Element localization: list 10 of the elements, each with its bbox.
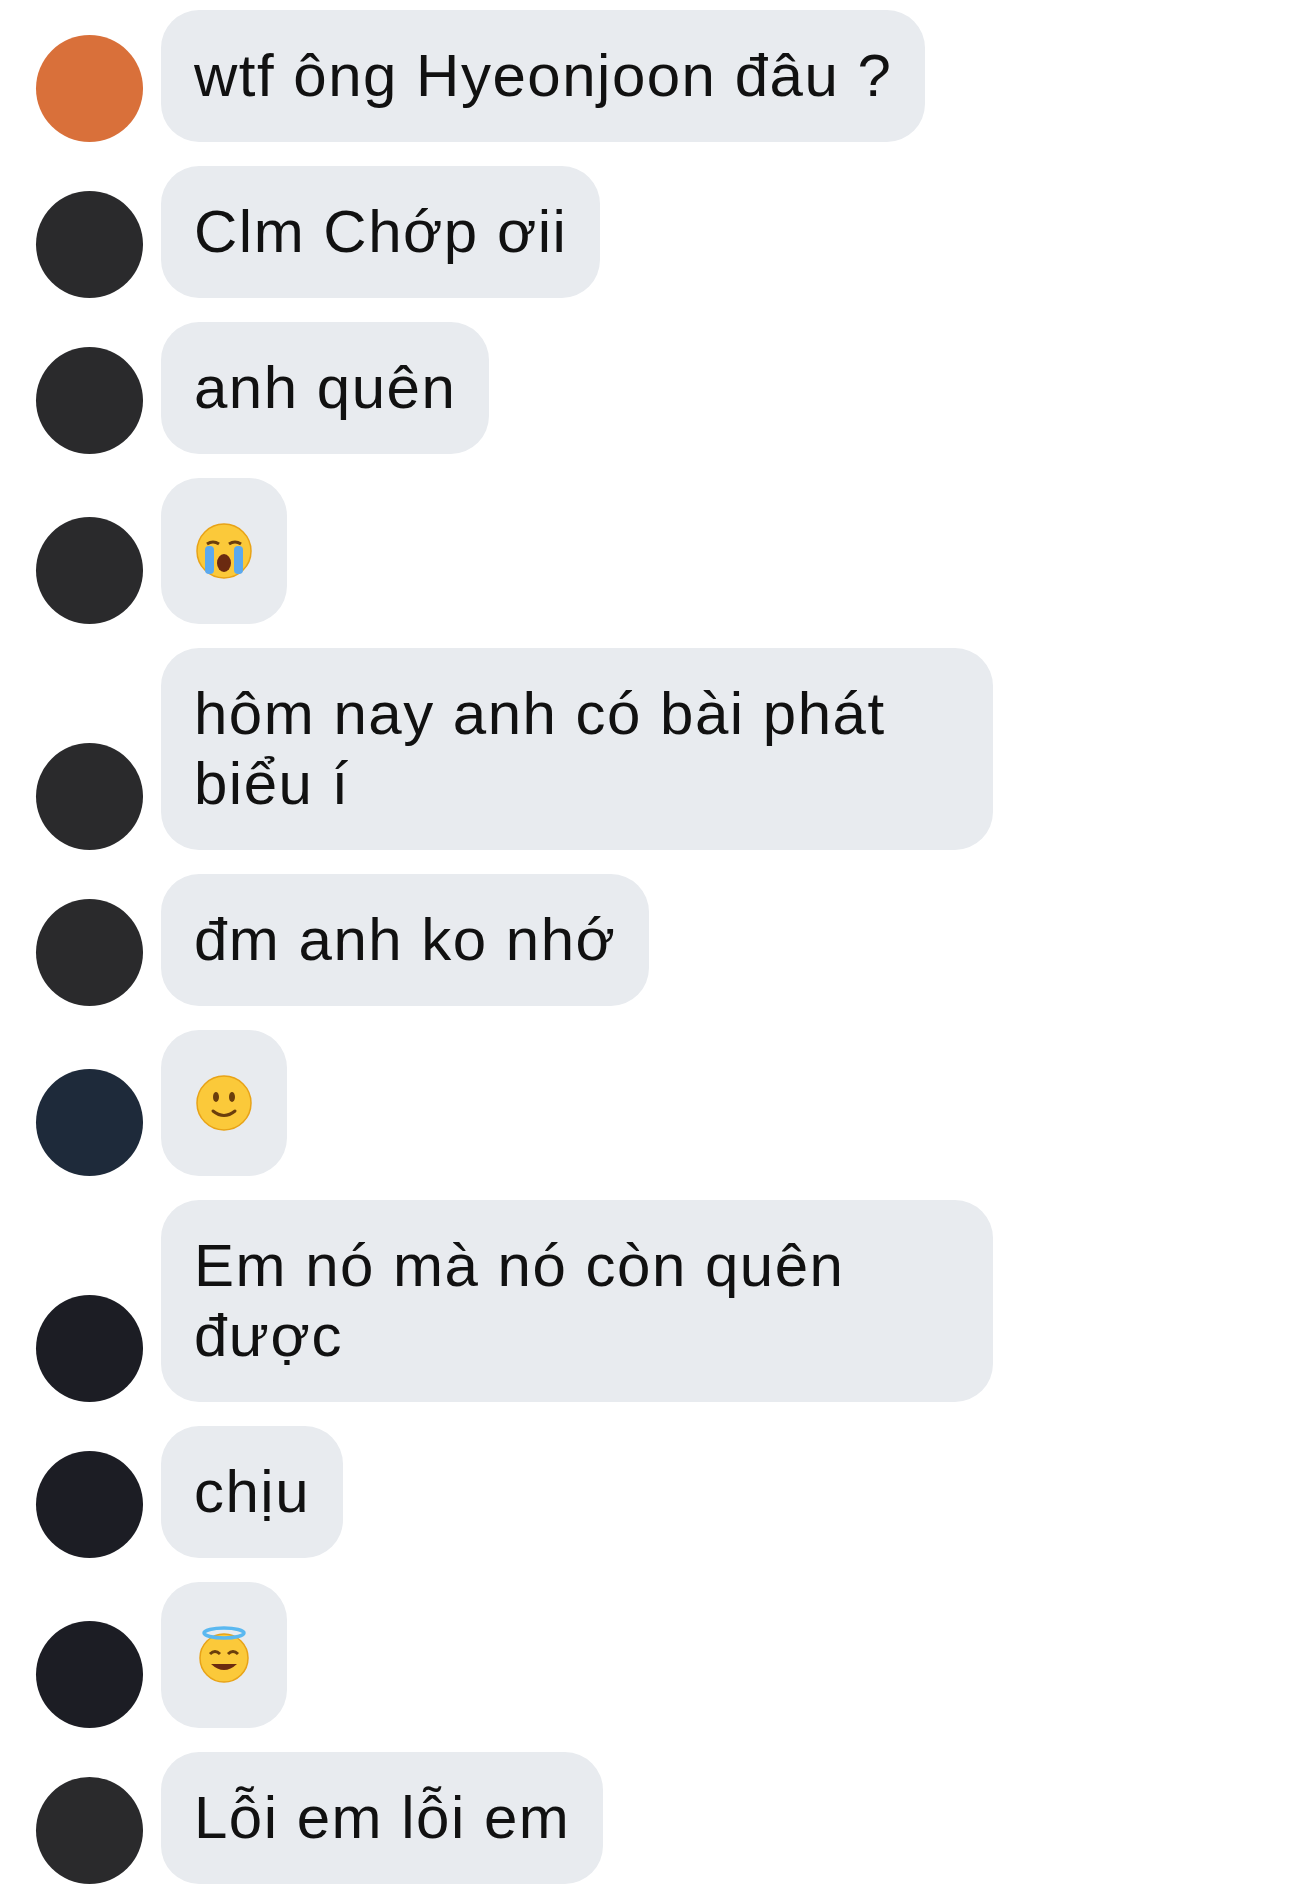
smiling-face-icon xyxy=(195,1074,253,1132)
message-bubble: hôm nay anh có bài phát biểu í xyxy=(161,648,993,850)
message-bubble: wtf ông Hyeonjoon đâu ? xyxy=(161,10,926,142)
crying-face-icon xyxy=(195,522,253,580)
message-bubble: Em nó mà nó còn quên được xyxy=(161,1200,993,1402)
message-bubble: anh quên xyxy=(161,322,490,454)
message-bubble: Lỗi em lỗi em xyxy=(161,1752,604,1884)
message-bubble: đm anh ko nhớ xyxy=(161,874,650,1006)
message-bubble: Clm Chớp ơii xyxy=(161,166,601,298)
message-bubble: chịu xyxy=(161,1426,344,1558)
